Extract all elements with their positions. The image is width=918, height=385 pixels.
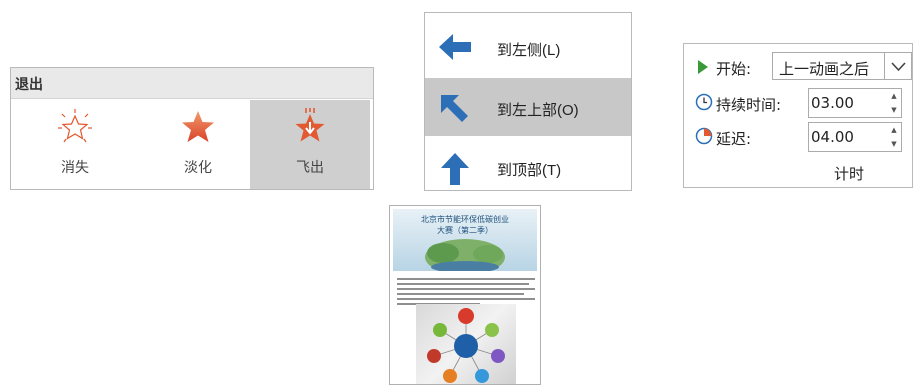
effect-fade[interactable]: 淡化 [138, 100, 258, 189]
timing-group-caption: 计时 [834, 165, 865, 183]
spin-up-icon[interactable]: ▲ [887, 89, 901, 103]
direction-to-left-label: 到左侧(L) [497, 42, 561, 59]
effect-disappear[interactable]: 消失 [15, 100, 135, 189]
spin-up-icon[interactable]: ▲ [887, 123, 901, 137]
delay-spinner[interactable]: 04.00 ▲ ▼ [808, 122, 902, 152]
start-label: 开始: [716, 60, 752, 78]
poster-header-image: 北京市节能环保低碳创业 大赛（第二季） [393, 209, 537, 271]
direction-to-top[interactable]: 到顶部(T) [425, 138, 631, 196]
direction-to-top-label: 到顶部(T) [497, 162, 562, 179]
spin-down-icon[interactable]: ▼ [887, 103, 901, 117]
circle-diagram-image [427, 308, 505, 383]
duration-row: 持续时间: 03.00 ▲ ▼ [684, 88, 914, 118]
delay-row: 延迟: 04.00 ▲ ▼ [684, 122, 914, 152]
poster-diagram [416, 304, 516, 384]
start-dropdown[interactable]: 上一动画之后 [772, 52, 912, 80]
effect-fly-out-label: 飞出 [296, 160, 324, 176]
disappear-star-icon [58, 109, 92, 143]
duration-value: 03.00 [811, 94, 854, 112]
direction-to-upper-left[interactable]: 到左上部(O) [425, 78, 631, 136]
spinner-buttons[interactable]: ▲ ▼ [887, 89, 901, 117]
effect-fly-out[interactable]: 飞出 [250, 100, 370, 189]
start-value: 上一动画之后 [779, 60, 870, 78]
fade-star-icon [182, 111, 214, 142]
fly-out-star-icon [295, 108, 325, 142]
duration-label: 持续时间: [716, 96, 782, 114]
delay-value: 04.00 [811, 128, 854, 146]
clock-icon [695, 93, 713, 111]
play-icon [698, 60, 708, 74]
timing-group: 开始: 上一动画之后 持续时间: 03.00 ▲ ▼ 延迟: 04.00 ▲ ▼… [683, 43, 913, 188]
exit-category-header: 退出 [11, 68, 373, 99]
effect-disappear-label: 消失 [61, 160, 89, 176]
exit-effects-gallery: 退出 消失 淡化 飞出 [10, 67, 374, 190]
poster-thumbnail: 北京市节能环保低碳创业 大赛（第二季） [389, 205, 541, 385]
spinner-buttons[interactable]: ▲ ▼ [887, 123, 901, 151]
arrow-left-icon [439, 34, 471, 60]
start-row: 开始: 上一动画之后 [684, 52, 914, 82]
duration-spinner[interactable]: 03.00 ▲ ▼ [808, 88, 902, 118]
poster-title-line1: 北京市节能环保低碳创业 [421, 215, 509, 224]
effect-options-menu: 到左侧(L) 到左上部(O) 到顶部(T) [424, 12, 632, 191]
arrow-up-icon [441, 153, 469, 185]
delay-clock-icon [695, 127, 713, 145]
arrow-up-left-icon [441, 95, 468, 122]
spin-down-icon[interactable]: ▼ [887, 137, 901, 151]
chevron-down-icon[interactable] [884, 52, 911, 80]
effect-fade-label: 淡化 [184, 160, 212, 176]
direction-to-upper-left-label: 到左上部(O) [497, 102, 579, 119]
direction-to-left[interactable]: 到左侧(L) [425, 18, 631, 76]
delay-label: 延迟: [716, 130, 752, 148]
poster-title-line2: 大赛（第二季） [437, 226, 493, 235]
